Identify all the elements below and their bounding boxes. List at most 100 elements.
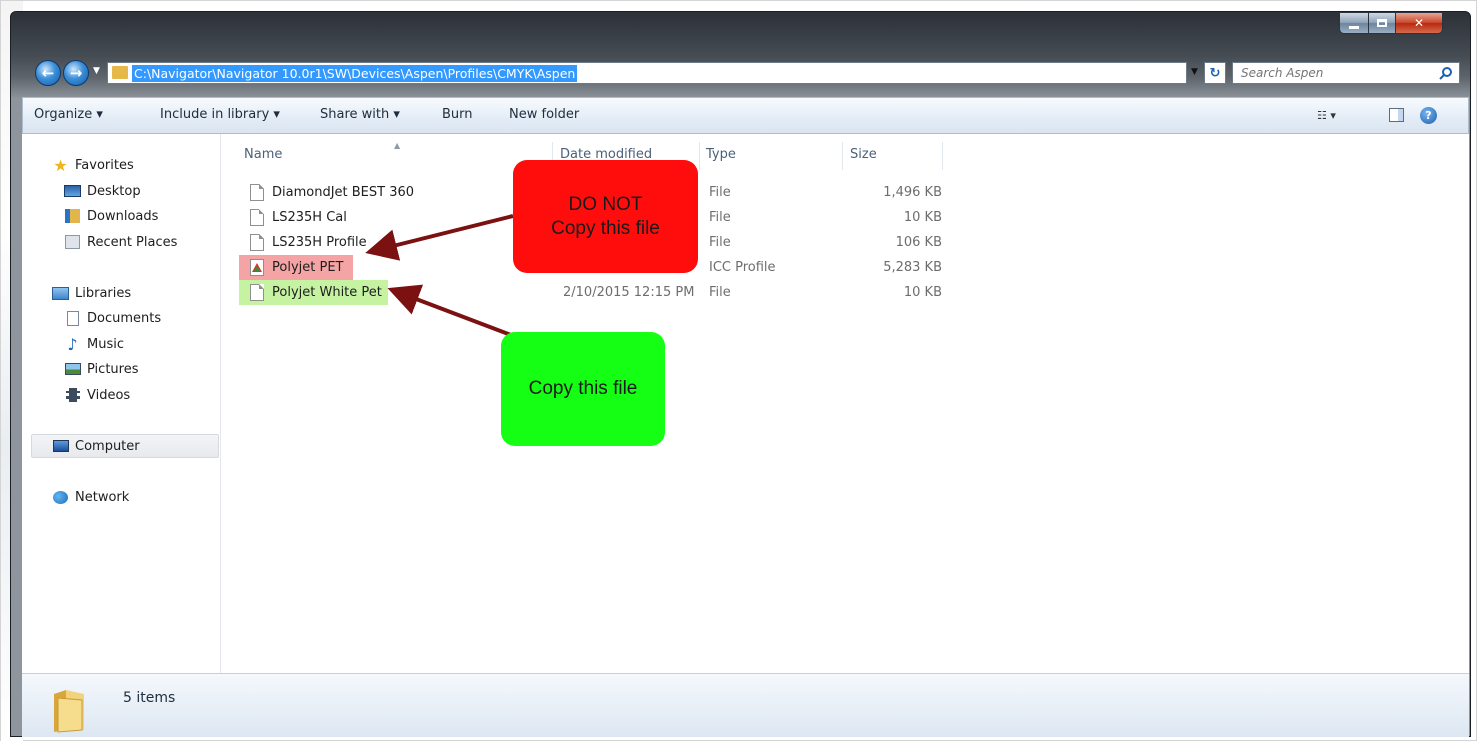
file-type: File bbox=[709, 185, 731, 200]
nav-network[interactable]: Network bbox=[52, 486, 129, 508]
recent-pages-dropdown[interactable]: ▼ bbox=[93, 66, 100, 76]
libraries-icon bbox=[52, 285, 69, 301]
file-type: File bbox=[709, 210, 731, 225]
back-button[interactable]: ← bbox=[35, 60, 61, 86]
back-arrow-icon: ← bbox=[41, 64, 55, 82]
file-type: File bbox=[709, 285, 731, 300]
nav-downloads[interactable]: Downloads bbox=[64, 205, 158, 227]
column-header-type[interactable]: Type bbox=[706, 147, 736, 162]
file-row[interactable]: LS235H Cal File 10 KB bbox=[222, 205, 1469, 230]
file-icon bbox=[250, 209, 264, 226]
copy-this-file-callout: Copy this file bbox=[501, 332, 665, 446]
background-window-fragment bbox=[1, 391, 13, 711]
nav-favorites-label: Favorites bbox=[75, 157, 134, 173]
nav-downloads-label: Downloads bbox=[87, 208, 159, 224]
sort-ascending-icon: ▲ bbox=[394, 141, 401, 150]
file-row[interactable]: DiamondJet BEST 360 File 1,496 KB bbox=[222, 180, 1469, 205]
nav-desktop[interactable]: Desktop bbox=[64, 180, 141, 202]
icc-profile-icon bbox=[250, 259, 264, 276]
nav-favorites[interactable]: ★ Favorites bbox=[52, 154, 134, 176]
refresh-icon: ↻ bbox=[1209, 65, 1221, 81]
file-icon bbox=[250, 284, 264, 301]
details-pane: 5 items bbox=[22, 673, 1469, 737]
share-with-menu[interactable]: Share with ▾ bbox=[320, 107, 400, 122]
column-divider[interactable] bbox=[842, 142, 843, 170]
nav-recent-places[interactable]: Recent Places bbox=[64, 231, 177, 253]
close-button[interactable]: ✕ bbox=[1395, 12, 1443, 34]
file-name: Polyjet White Pet bbox=[272, 285, 382, 300]
address-bar[interactable]: C:\Navigator\Navigator 10.0r1\SW\Devices… bbox=[107, 62, 1187, 84]
search-box[interactable] bbox=[1232, 62, 1460, 84]
nav-libraries[interactable]: Libraries bbox=[52, 282, 131, 304]
file-name: LS235H Cal bbox=[272, 210, 347, 225]
file-type: ICC Profile bbox=[709, 260, 776, 275]
nav-documents[interactable]: Documents bbox=[64, 307, 161, 329]
maximize-button[interactable] bbox=[1368, 12, 1396, 34]
burn-button[interactable]: Burn bbox=[442, 107, 473, 122]
column-divider[interactable] bbox=[699, 142, 700, 170]
file-icon bbox=[250, 234, 264, 251]
nav-computer[interactable]: Computer bbox=[52, 435, 140, 457]
file-name: DiamondJet BEST 360 bbox=[272, 185, 415, 200]
documents-icon bbox=[64, 310, 81, 326]
file-row[interactable]: LS235H Profile File 106 KB bbox=[222, 230, 1469, 255]
nav-videos[interactable]: Videos bbox=[64, 384, 130, 406]
callout-red-line1: DO NOT bbox=[568, 193, 643, 215]
nav-computer-label: Computer bbox=[75, 438, 140, 454]
address-path[interactable]: C:\Navigator\Navigator 10.0r1\SW\Devices… bbox=[132, 65, 578, 82]
nav-music[interactable]: ♪ Music bbox=[64, 333, 124, 355]
minimize-icon bbox=[1349, 25, 1359, 29]
explorer-window: ✕ ← → ▼ C:\Navigator\Navigator 10.0r1\SW… bbox=[10, 11, 1471, 737]
close-icon: ✕ bbox=[1413, 16, 1425, 30]
address-history-dropdown[interactable]: ▼ bbox=[1191, 67, 1198, 77]
column-divider[interactable] bbox=[942, 142, 943, 170]
file-row[interactable]: Polyjet PET ICC Profile 5,283 KB bbox=[222, 255, 1469, 280]
preview-pane-icon[interactable] bbox=[1389, 108, 1404, 122]
file-type: File bbox=[709, 235, 731, 250]
nav-libraries-label: Libraries bbox=[75, 285, 132, 301]
nav-pictures[interactable]: Pictures bbox=[64, 358, 138, 380]
search-icon[interactable] bbox=[1439, 66, 1453, 80]
new-folder-button[interactable]: New folder bbox=[509, 107, 579, 122]
item-count: 5 items bbox=[123, 690, 176, 706]
file-size: 5,283 KB bbox=[883, 260, 942, 275]
file-list: ▲ Name Date modified Type Size DiamondJe… bbox=[222, 134, 1469, 673]
forward-arrow-icon: → bbox=[69, 64, 83, 82]
include-in-library-menu[interactable]: Include in library ▾ bbox=[160, 107, 280, 122]
star-icon: ★ bbox=[53, 155, 68, 175]
help-icon[interactable]: ? bbox=[1420, 107, 1437, 124]
callout-red-line2: Copy this file bbox=[551, 217, 660, 239]
nav-desktop-label: Desktop bbox=[87, 183, 141, 199]
desktop-icon bbox=[64, 183, 81, 199]
file-size: 106 KB bbox=[895, 235, 942, 250]
command-bar: Organize ▾ Include in library ▾ Share wi… bbox=[22, 97, 1469, 134]
organize-menu[interactable]: Organize ▾ bbox=[34, 107, 103, 122]
do-not-copy-callout: DO NOT Copy this file bbox=[513, 160, 698, 273]
callout-green-text: Copy this file bbox=[528, 378, 638, 399]
file-row[interactable]: Polyjet White Pet 2/10/2015 12:15 PM Fil… bbox=[222, 280, 1469, 305]
navigation-pane: ★ Favorites Desktop Downloads Recent Pla… bbox=[22, 134, 221, 673]
videos-icon bbox=[64, 387, 81, 403]
navigation-bar: ← → ▼ C:\Navigator\Navigator 10.0r1\SW\D… bbox=[11, 58, 1470, 86]
change-view-icon[interactable]: ☷ ▾ bbox=[1317, 109, 1336, 122]
nav-videos-label: Videos bbox=[87, 387, 131, 403]
nav-recent-places-label: Recent Places bbox=[87, 234, 178, 250]
network-icon bbox=[52, 489, 69, 505]
nav-pictures-label: Pictures bbox=[87, 361, 139, 377]
search-input[interactable] bbox=[1233, 63, 1433, 83]
forward-button[interactable]: → bbox=[63, 60, 89, 86]
file-size: 10 KB bbox=[903, 210, 942, 225]
nav-documents-label: Documents bbox=[87, 310, 162, 326]
pictures-icon bbox=[64, 361, 81, 377]
column-header-size[interactable]: Size bbox=[850, 147, 877, 162]
column-header-name[interactable]: Name bbox=[244, 147, 282, 162]
downloads-icon bbox=[64, 208, 81, 224]
screenshot-frame: ✕ ← → ▼ C:\Navigator\Navigator 10.0r1\SW… bbox=[0, 0, 1477, 742]
minimize-button[interactable] bbox=[1339, 12, 1369, 34]
content-area: ★ Favorites Desktop Downloads Recent Pla… bbox=[22, 134, 1469, 673]
file-size: 10 KB bbox=[903, 285, 942, 300]
color-triangle-icon bbox=[252, 263, 262, 272]
refresh-button[interactable]: ↻ bbox=[1204, 62, 1226, 84]
computer-icon bbox=[52, 438, 69, 454]
file-date: 2/10/2015 12:15 PM bbox=[563, 285, 695, 300]
